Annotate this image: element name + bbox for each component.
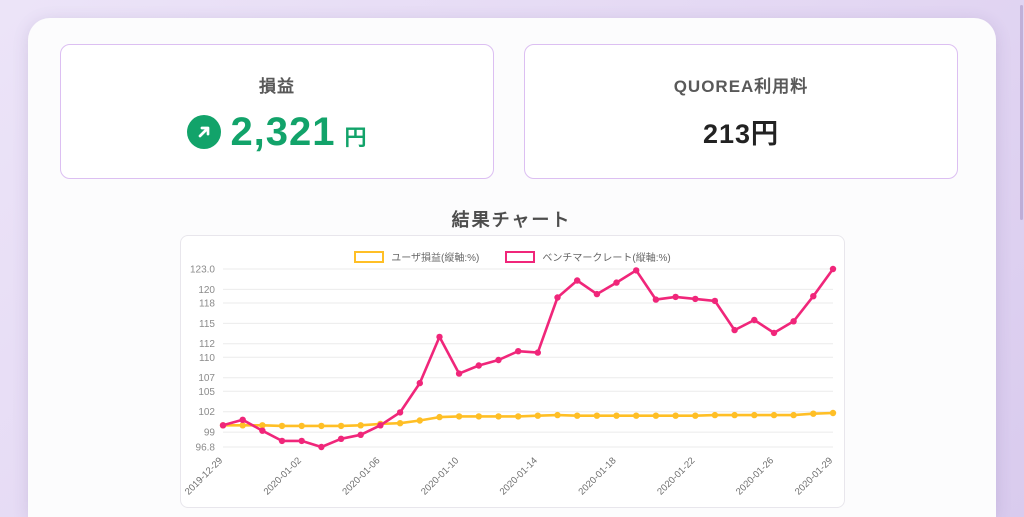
svg-text:2020-01-10: 2020-01-10 bbox=[419, 455, 461, 497]
svg-text:110: 110 bbox=[199, 353, 215, 364]
result-chart-svg: 123.0 120 118 115 112 110 107 105 102 99 96.82019-… bbox=[181, 236, 844, 507]
profit-value: 2,321 円 bbox=[187, 112, 366, 152]
svg-text:2020-01-14: 2020-01-14 bbox=[498, 455, 540, 497]
svg-text:120: 120 bbox=[198, 285, 215, 296]
fee-card-title: QUOREA利用料 bbox=[674, 72, 809, 97]
fee-amount: 213 bbox=[703, 119, 751, 149]
fee-card: QUOREA利用料 213円 bbox=[524, 44, 958, 179]
svg-text:118: 118 bbox=[199, 299, 215, 310]
svg-text:2020-01-02: 2020-01-02 bbox=[262, 455, 304, 497]
svg-text:2020-01-22: 2020-01-22 bbox=[655, 455, 697, 497]
trend-up-arrow-icon bbox=[187, 115, 221, 149]
legend-item-benchmark[interactable]: ベンチマークレート(縦軸:%) bbox=[505, 249, 670, 264]
svg-text:123.0: 123.0 bbox=[190, 265, 215, 276]
svg-text:99: 99 bbox=[204, 428, 216, 439]
summary-cards-row: 損益 2,321 円 QUOREA利用料 213円 bbox=[60, 44, 958, 179]
svg-text:105: 105 bbox=[198, 387, 215, 398]
svg-text:96.8: 96.8 bbox=[196, 443, 216, 454]
svg-text:2020-01-26: 2020-01-26 bbox=[734, 455, 776, 497]
benchmark-swatch-icon bbox=[505, 251, 535, 263]
svg-text:112: 112 bbox=[199, 339, 215, 350]
legend-label-benchmark: ベンチマークレート(縦軸:%) bbox=[542, 249, 670, 264]
fee-currency-unit: 円 bbox=[751, 119, 779, 149]
profit-card: 損益 2,321 円 bbox=[60, 44, 494, 179]
profit-amount: 2,321 bbox=[230, 112, 335, 152]
svg-text:107: 107 bbox=[198, 373, 215, 384]
main-content-panel: 損益 2,321 円 QUOREA利用料 213円 結果チャート 123.012… bbox=[28, 18, 996, 517]
profit-card-title: 損益 bbox=[259, 72, 295, 97]
svg-text:2020-01-29: 2020-01-29 bbox=[793, 455, 835, 497]
user-profit-swatch-icon bbox=[354, 251, 384, 263]
result-chart-card: 123.0 120 118 115 112 110 107 105 102 99 96.82019-… bbox=[180, 235, 845, 508]
legend-label-user-profit: ユーザ損益(縦軸:%) bbox=[391, 249, 479, 264]
page-scrollbar[interactable] bbox=[1020, 5, 1023, 220]
page-background: { "header_cards": { "profit": { "title":… bbox=[0, 0, 1024, 517]
fee-value: 213円 bbox=[703, 112, 779, 151]
svg-text:102: 102 bbox=[198, 407, 215, 418]
svg-text:2019-12-29: 2019-12-29 bbox=[183, 455, 225, 497]
svg-text:2020-01-06: 2020-01-06 bbox=[340, 455, 382, 497]
chart-legend: ユーザ損益(縦軸:%) ベンチマークレート(縦軸:%) bbox=[181, 249, 844, 264]
svg-text:115: 115 bbox=[199, 319, 215, 330]
profit-currency-unit: 円 bbox=[345, 115, 367, 149]
svg-text:2020-01-18: 2020-01-18 bbox=[576, 455, 618, 497]
legend-item-user-profit[interactable]: ユーザ損益(縦軸:%) bbox=[354, 249, 479, 264]
chart-section-title: 結果チャート bbox=[180, 206, 843, 232]
